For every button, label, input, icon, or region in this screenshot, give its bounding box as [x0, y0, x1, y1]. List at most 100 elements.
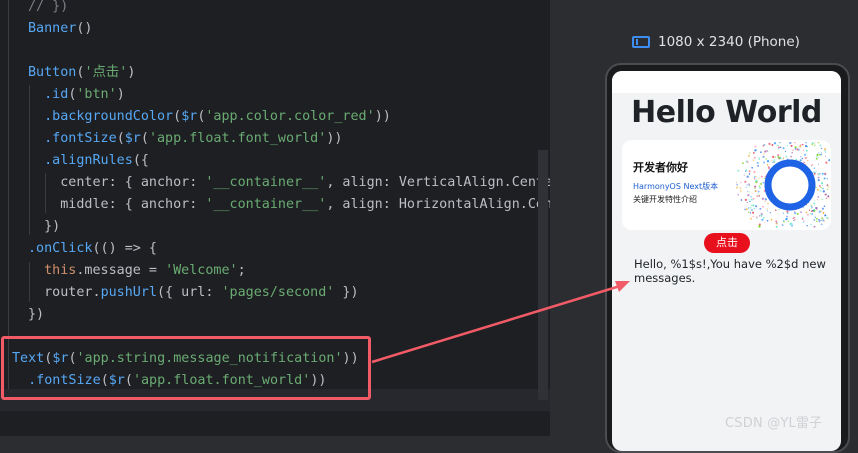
code-line[interactable]: .alignRules({ [28, 150, 149, 172]
graphic-dot [744, 198, 748, 202]
graphic-dot [815, 207, 818, 210]
graphic-dot [749, 206, 752, 209]
graphic-dot [755, 190, 757, 192]
graphic-dot [823, 177, 826, 180]
graphic-dot [816, 156, 818, 158]
graphic-dot [771, 161, 774, 164]
graphic-dot [735, 186, 739, 189]
graphic-dot [737, 169, 740, 172]
code-line[interactable]: middle: { anchor: '__container__', align… [28, 194, 550, 216]
code-token: (() => { [92, 241, 158, 256]
code-token: // }) [28, 0, 69, 14]
code-line[interactable]: router.pushUrl({ url: 'pages/second' }) [28, 282, 358, 304]
graphic-dot [764, 222, 766, 224]
graphic-dot [822, 190, 825, 193]
code-token: .onClick [28, 241, 93, 256]
code-token: () [76, 21, 93, 36]
click-button[interactable]: 点击 [704, 233, 750, 253]
code-line[interactable]: .id('btn') [28, 84, 125, 106]
graphic-dot [766, 210, 769, 212]
graphic-dot [811, 163, 814, 166]
graphic-dot [817, 176, 820, 179]
graphic-dot [755, 179, 758, 182]
graphic-dot [816, 188, 819, 191]
graphic-dot [777, 147, 780, 150]
graphic-dot [794, 148, 797, 150]
code-editor[interactable]: // }) Banner() Button('点击') .id('btn') .ba… [0, 0, 550, 436]
code-line[interactable]: .fontSize($r('app.float.font_world')) [28, 128, 342, 150]
graphic-dot [750, 204, 753, 207]
graphic-dot [821, 184, 824, 186]
graphic-dot [745, 208, 748, 211]
graphic-dot [824, 151, 827, 153]
code-line[interactable]: Button('点击') [28, 62, 135, 84]
banner-card[interactable]: 开发者你好 HarmonyOS Next版本 关键开发特性介绍 [622, 140, 831, 230]
graphic-dot [768, 142, 771, 146]
graphic-dot [752, 197, 755, 200]
code-token: $r [124, 131, 141, 146]
code-token: 'Welcome' [165, 263, 238, 278]
graphic-dot [751, 192, 753, 194]
graphic-dot [773, 161, 775, 163]
editor-scrollbar[interactable] [538, 150, 548, 400]
graphic-dot [800, 144, 802, 146]
graphic-dot [754, 145, 757, 148]
graphic-dot [740, 190, 742, 192]
graphic-dot [813, 202, 816, 205]
graphic-dot [740, 199, 743, 201]
code-token: '点击' [84, 65, 128, 80]
graphic-dot [823, 205, 826, 207]
graphic-dot [813, 225, 816, 228]
code-line[interactable]: Banner() [28, 18, 93, 40]
graphic-dot [745, 169, 748, 171]
code-token: ; [237, 263, 246, 278]
graphic-dot [771, 144, 774, 146]
graphic-dot [800, 211, 802, 213]
graphic-dot [756, 195, 759, 197]
graphic-dot [761, 197, 765, 200]
graphic-dot [807, 159, 809, 162]
graphic-dot [753, 170, 756, 174]
code-token: ) [127, 65, 136, 80]
code-line[interactable]: center: { anchor: '__container__', align… [28, 172, 550, 194]
graphic-dot [758, 157, 760, 160]
graphic-dot [819, 189, 822, 192]
device-selector[interactable]: 1080 x 2340 (Phone) [632, 32, 800, 52]
graphic-dot [735, 181, 737, 183]
graphic-dot [821, 207, 824, 210]
code-line[interactable]: .backgroundColor($r('app.color.color_red… [28, 106, 391, 128]
graphic-dot [827, 217, 829, 220]
code-token: '__container__' [205, 175, 327, 190]
graphic-dot [810, 223, 812, 226]
graphic-dot [756, 161, 759, 165]
graphic-dot [801, 157, 804, 160]
graphic-dot [816, 209, 818, 211]
graphic-dot [775, 225, 778, 228]
graphic-dot [821, 172, 824, 175]
graphic-dot [775, 222, 778, 225]
code-line[interactable]: .onClick(() => { [28, 238, 157, 260]
code-line[interactable]: }) [28, 216, 60, 238]
graphic-dot [824, 150, 826, 152]
graphic-dot [810, 205, 812, 207]
graphic-dot [751, 198, 753, 201]
code-token: this [44, 263, 77, 278]
graphic-dot [739, 187, 742, 189]
graphic-dot [736, 183, 739, 186]
graphic-dot [790, 155, 792, 157]
graphic-dot [825, 197, 828, 200]
code-line[interactable]: // }) [28, 0, 68, 18]
code-line[interactable]: this.message = 'Welcome'; [28, 260, 246, 282]
graphic-dot [745, 160, 748, 163]
graphic-dot [805, 142, 807, 144]
code-token: .alignRules [44, 153, 133, 168]
code-token: ( [116, 131, 125, 146]
graphic-dot [779, 155, 781, 157]
code-token: .fontSize [44, 131, 117, 146]
banner-description: 关键开发特性介绍 [633, 195, 697, 204]
graphic-dot [791, 151, 793, 154]
graphic-dot [758, 195, 761, 197]
code-line[interactable]: }) [28, 304, 44, 326]
graphic-dot [746, 175, 749, 178]
